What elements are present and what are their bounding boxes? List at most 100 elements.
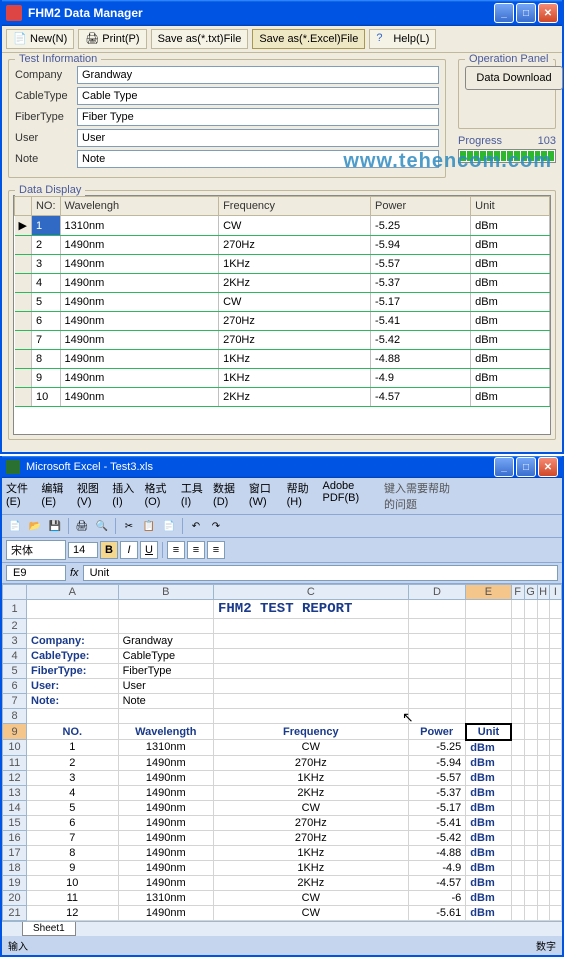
table-cell[interactable]: 1490nm	[60, 293, 219, 312]
table-cell[interactable]: -5.94	[371, 236, 471, 255]
spreadsheet-row[interactable]: 1671490nm270Hz-5.42dBm	[3, 830, 562, 845]
cell[interactable]: dBm	[466, 890, 511, 905]
column-header[interactable]: E	[466, 585, 511, 600]
underline-button[interactable]: U	[140, 541, 158, 559]
cell[interactable]: NO.	[27, 724, 119, 740]
cell[interactable]: 1490nm	[118, 845, 213, 860]
cell[interactable]	[537, 634, 549, 649]
cell[interactable]	[408, 649, 466, 664]
cell[interactable]: dBm	[466, 875, 511, 890]
excel-titlebar[interactable]: Microsoft Excel - Test3.xls _ □ ✕	[2, 456, 562, 478]
company-input[interactable]	[77, 66, 439, 84]
cell[interactable]	[549, 709, 561, 724]
cell[interactable]	[408, 619, 466, 634]
cell[interactable]: FHM2 TEST REPORT	[213, 600, 408, 619]
cell[interactable]: 1490nm	[118, 755, 213, 770]
cell[interactable]: 1490nm	[118, 785, 213, 800]
table-header[interactable]: Power	[371, 197, 471, 216]
cell[interactable]: User	[118, 679, 213, 694]
cell[interactable]: -6	[408, 890, 466, 905]
row-header[interactable]: 18	[3, 860, 27, 875]
cell[interactable]	[549, 755, 561, 770]
table-cell[interactable]: 4	[31, 274, 60, 293]
cell[interactable]: 1490nm	[118, 860, 213, 875]
print-icon[interactable]: 🖨	[73, 517, 91, 535]
cell[interactable]	[511, 600, 524, 619]
table-cell[interactable]: -5.42	[371, 331, 471, 350]
cell[interactable]	[524, 679, 537, 694]
cell[interactable]: -5.42	[408, 830, 466, 845]
cell[interactable]: 1490nm	[118, 875, 213, 890]
cell[interactable]	[524, 724, 537, 740]
cell[interactable]: 9	[27, 860, 119, 875]
cell[interactable]	[524, 800, 537, 815]
menu-item[interactable]: Adobe PDF(B)	[322, 480, 375, 512]
table-cell[interactable]: 1	[31, 216, 60, 236]
table-cell[interactable]: 2KHz	[219, 388, 371, 407]
cell[interactable]: 2KHz	[213, 875, 408, 890]
menu-item[interactable]: 文件(E)	[6, 480, 33, 512]
table-header[interactable]	[15, 197, 32, 216]
cabletype-input[interactable]	[77, 87, 439, 105]
table-cell[interactable]: 1490nm	[60, 274, 219, 293]
table-cell[interactable]: 1490nm	[60, 350, 219, 369]
cell[interactable]	[537, 875, 549, 890]
font-name-select[interactable]: 宋体	[6, 540, 66, 560]
cell[interactable]	[549, 800, 561, 815]
cell[interactable]	[537, 649, 549, 664]
spreadsheet-row[interactable]: 8	[3, 709, 562, 724]
cell[interactable]: CW	[213, 890, 408, 905]
row-marker[interactable]	[15, 236, 32, 255]
cell[interactable]: 1310nm	[118, 740, 213, 756]
row-header[interactable]: 3	[3, 634, 27, 649]
row-marker[interactable]: ▶	[15, 216, 32, 236]
cell[interactable]: -4.57	[408, 875, 466, 890]
cell[interactable]	[466, 679, 511, 694]
table-cell[interactable]: -4.9	[371, 369, 471, 388]
row-header[interactable]: 21	[3, 905, 27, 920]
cell[interactable]	[549, 830, 561, 845]
cell[interactable]	[511, 785, 524, 800]
cell[interactable]: 5	[27, 800, 119, 815]
cell[interactable]: Company:	[27, 634, 119, 649]
cell[interactable]	[537, 724, 549, 740]
table-cell[interactable]: 1490nm	[60, 369, 219, 388]
cell[interactable]	[537, 709, 549, 724]
cell[interactable]	[524, 890, 537, 905]
table-row[interactable]: 31490nm1KHz-5.57dBm	[15, 255, 550, 274]
cell[interactable]	[466, 694, 511, 709]
spreadsheet-row[interactable]: 1451490nmCW-5.17dBm	[3, 800, 562, 815]
cell[interactable]	[549, 875, 561, 890]
table-cell[interactable]: dBm	[471, 312, 550, 331]
spreadsheet-row[interactable]: 2	[3, 619, 562, 634]
redo-icon[interactable]: ↷	[207, 517, 225, 535]
fibertype-input[interactable]	[77, 108, 439, 126]
cell[interactable]	[549, 785, 561, 800]
cell[interactable]: 2	[27, 755, 119, 770]
cell[interactable]	[549, 724, 561, 740]
cell[interactable]: FiberType:	[27, 664, 119, 679]
table-cell[interactable]: 270Hz	[219, 331, 371, 350]
column-header[interactable]: D	[408, 585, 466, 600]
row-header[interactable]: 2	[3, 619, 27, 634]
cell[interactable]	[511, 679, 524, 694]
formula-bar[interactable]: Unit	[83, 565, 558, 581]
minimize-button[interactable]: _	[494, 3, 514, 23]
cell[interactable]	[511, 709, 524, 724]
cell[interactable]: 10	[27, 875, 119, 890]
menu-item[interactable]: 插入(I)	[112, 480, 136, 512]
cell[interactable]	[524, 875, 537, 890]
table-cell[interactable]: 1490nm	[60, 236, 219, 255]
table-cell[interactable]: 6	[31, 312, 60, 331]
cell[interactable]	[511, 815, 524, 830]
table-cell[interactable]: 1KHz	[219, 350, 371, 369]
table-cell[interactable]: 3	[31, 255, 60, 274]
spreadsheet-row[interactable]: 1011310nmCW-5.25dBm	[3, 740, 562, 756]
cell[interactable]	[213, 649, 408, 664]
sheet-tab[interactable]: Sheet1	[22, 922, 76, 936]
cell[interactable]	[549, 619, 561, 634]
cell[interactable]: 1310nm	[118, 890, 213, 905]
cell[interactable]	[466, 600, 511, 619]
column-header[interactable]: A	[27, 585, 119, 600]
cell[interactable]	[213, 664, 408, 679]
